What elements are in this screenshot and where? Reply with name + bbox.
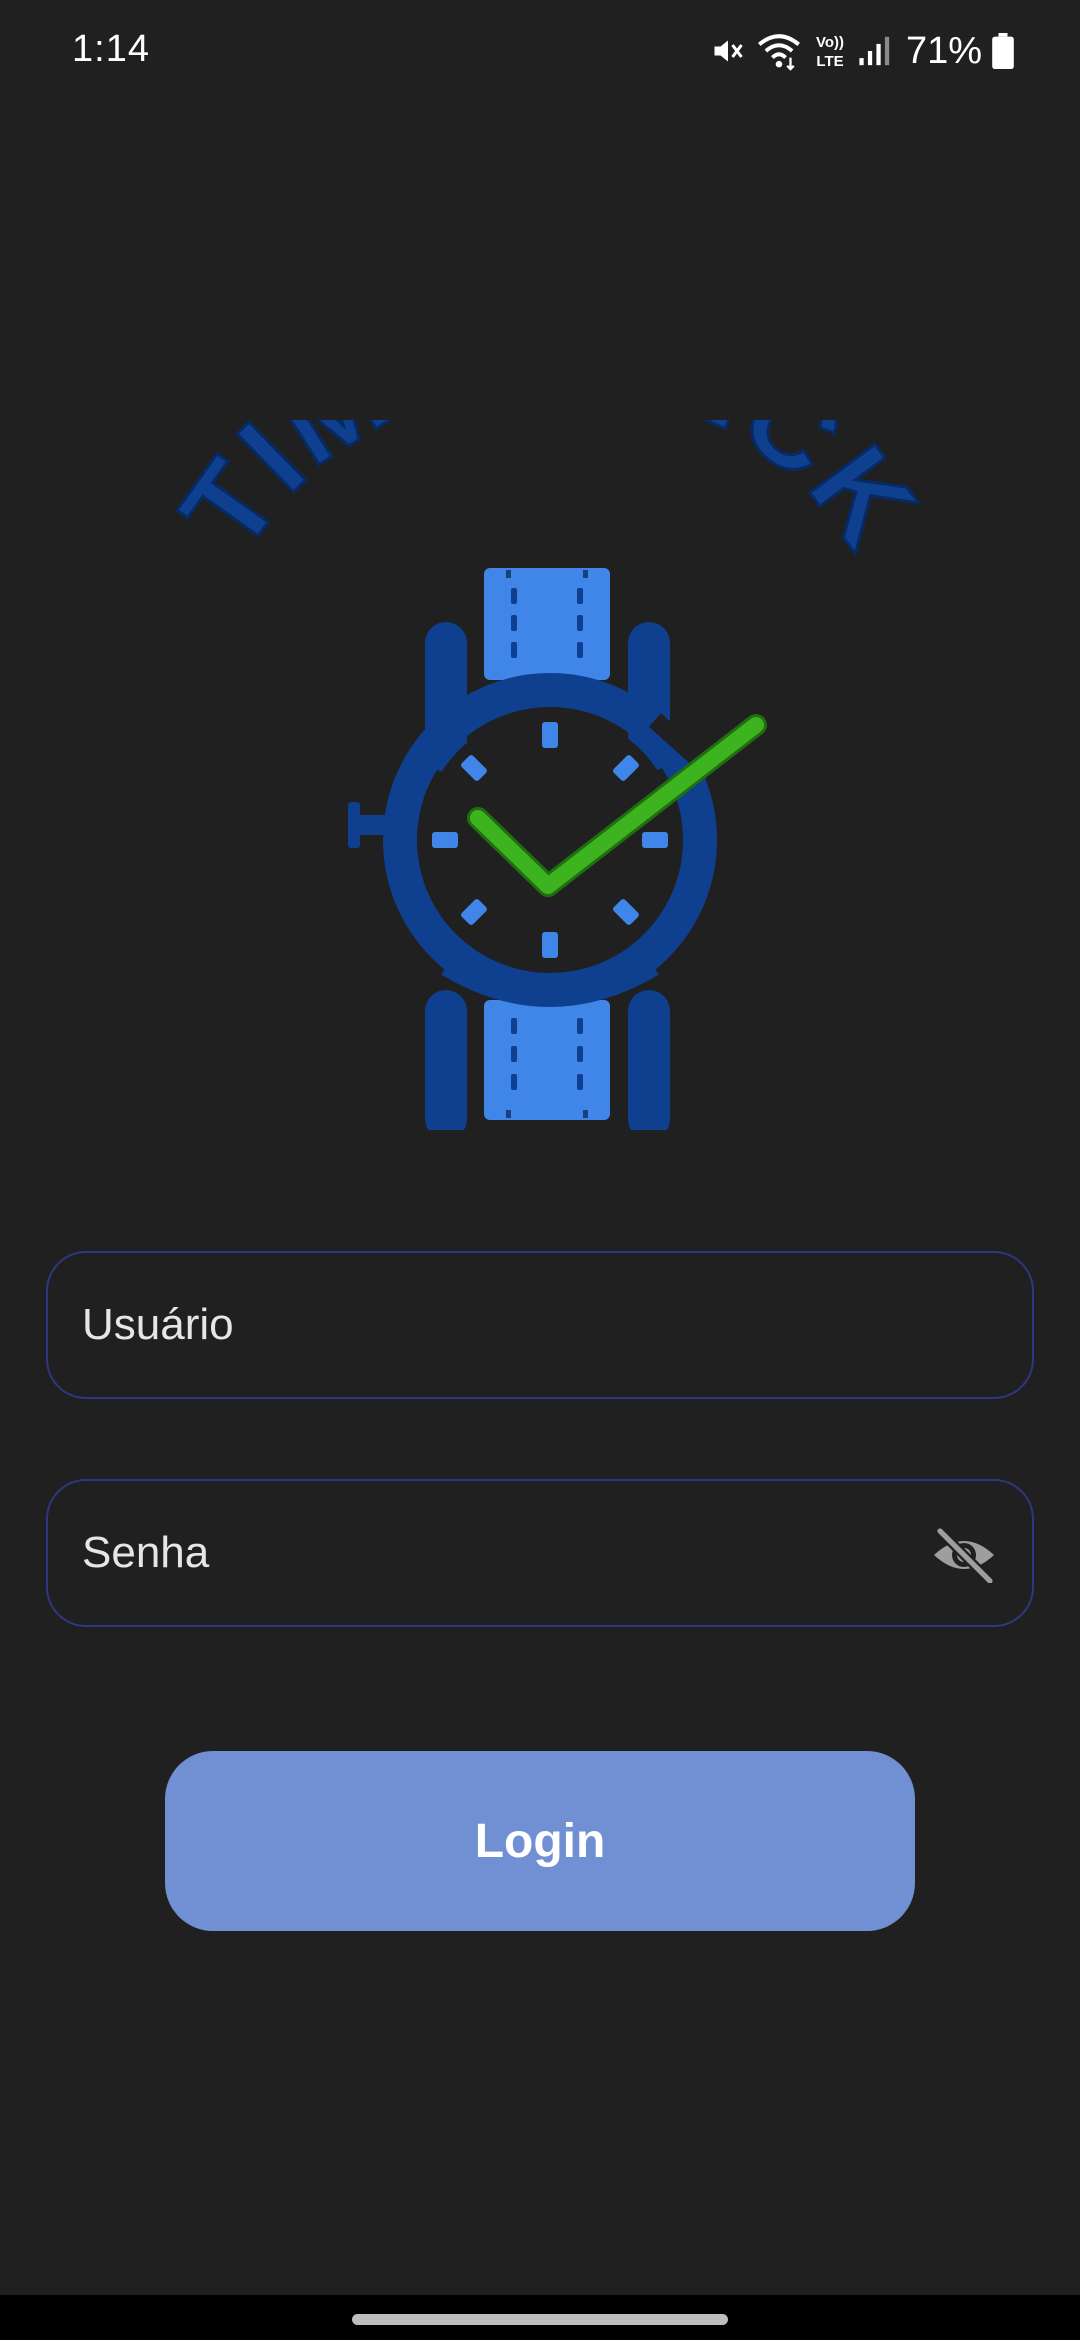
username-field-container <box>46 1251 1034 1399</box>
signal-icon <box>859 36 890 66</box>
svg-text:TIMECHECK: TIMECHECK <box>156 420 943 573</box>
status-bar: 1:14 Vo)) LTE 71% <box>0 0 1080 105</box>
svg-text:LTE: LTE <box>816 53 843 70</box>
username-input[interactable] <box>82 1253 942 1397</box>
login-screen: 1:14 Vo)) LTE 71% TI CK Usuário Login <box>0 0 1080 2340</box>
battery-icon <box>992 33 1014 69</box>
battery-percent: 71% <box>905 29 982 72</box>
logo-text: TIMECHECK <box>155 420 941 575</box>
timecheck-logo: TIMECHECK <box>155 420 943 1130</box>
password-field-container <box>46 1479 1034 1627</box>
wifi-icon <box>757 34 800 71</box>
home-indicator[interactable] <box>352 2314 728 2325</box>
eye-off-icon[interactable] <box>930 1527 998 1583</box>
svg-text:Vo)): Vo)) <box>816 34 844 51</box>
login-button[interactable]: Login <box>165 1751 915 1931</box>
status-icons: Vo)) LTE 71% <box>700 26 1014 76</box>
volte-icon: Vo)) LTE <box>816 34 844 70</box>
mute-icon <box>714 40 743 62</box>
password-input[interactable] <box>82 1481 942 1625</box>
status-time: 1:14 <box>72 28 150 70</box>
